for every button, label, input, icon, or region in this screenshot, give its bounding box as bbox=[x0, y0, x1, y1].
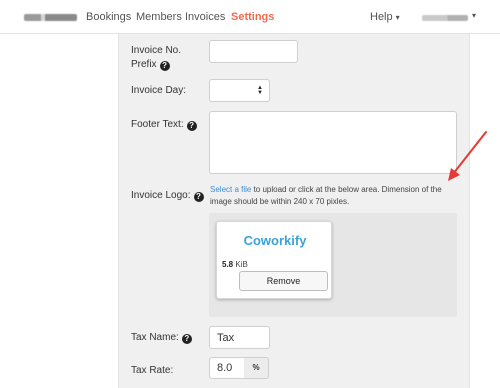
red-arrow-icon bbox=[448, 131, 487, 181]
